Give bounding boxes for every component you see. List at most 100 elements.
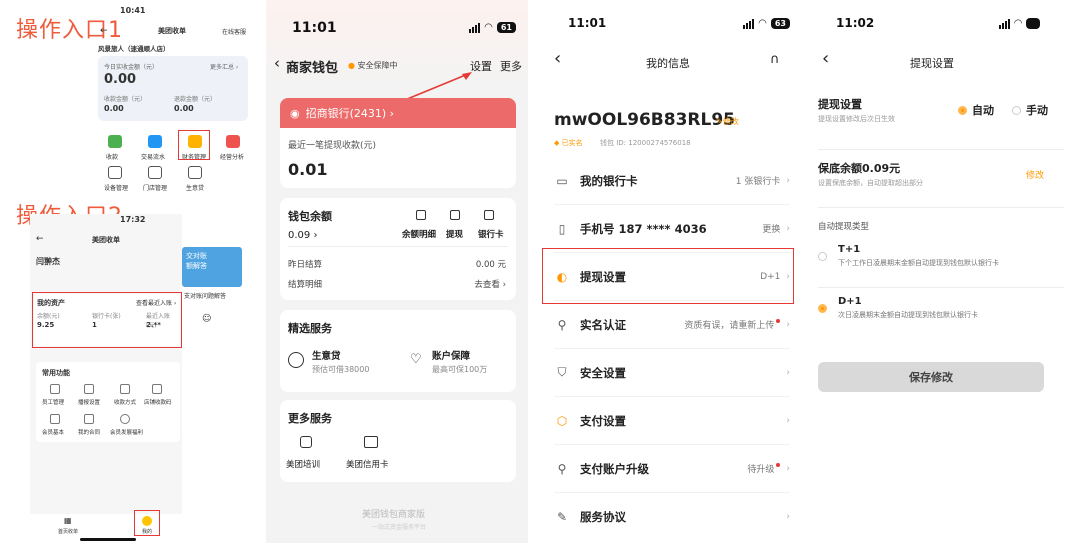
- chevron-right-icon: ›: [786, 415, 790, 426]
- withdraw-icon[interactable]: [450, 210, 460, 220]
- page-title: 商家钱包: [286, 61, 339, 76]
- chevron-right-icon: ›: [786, 512, 790, 522]
- chevron-right-icon: ›: [786, 223, 790, 234]
- bank-card-banner[interactable]: ◉ 招商银行(2431) ›: [280, 98, 516, 128]
- item-realname-label: 实名认证: [580, 317, 626, 332]
- today-amount: 0.00: [104, 72, 137, 87]
- detail-label: 结算明细: [288, 280, 323, 290]
- back-icon[interactable]: ←: [100, 26, 108, 36]
- tab-home[interactable]: 首页收单: [58, 528, 78, 535]
- option-t1[interactable]: T+1 下个工作日凌晨期末金额自动提现到钱包默认银行卡: [818, 236, 1064, 288]
- radio-auto[interactable]: 自动: [958, 102, 994, 118]
- func-member[interactable]: 会员基本: [42, 428, 64, 436]
- realname-label: 已实名: [561, 139, 583, 147]
- more-link[interactable]: 更多: [500, 58, 522, 74]
- chat-icon[interactable]: ☺: [202, 314, 211, 324]
- broadcast-icon[interactable]: [84, 384, 94, 394]
- back-icon-2[interactable]: ←: [36, 234, 44, 244]
- type-title: 自动提现类型: [818, 222, 870, 232]
- transactions-icon[interactable]: [148, 135, 162, 148]
- edit-keep-balance[interactable]: 修改: [1026, 168, 1044, 181]
- item-payment-label: 支付设置: [580, 413, 626, 428]
- panel-merchant-wallet: 11:01 ◠ 61 ‹ 商家钱包 ● 安全保障中 设置 更多 ◉ 招商银行(24…: [266, 0, 528, 543]
- status-time-2: 17:32: [120, 215, 146, 224]
- bank-card-icon[interactable]: [484, 210, 494, 220]
- page-title: 我的信息: [646, 57, 690, 70]
- status-time-1: 10:41: [120, 6, 146, 15]
- headset-icon[interactable]: ∩: [770, 52, 780, 67]
- contract-icon[interactable]: [84, 414, 94, 424]
- user-name: 闫翀杰: [36, 257, 60, 266]
- item-agreement[interactable]: ✎ 服务协议 ›: [554, 493, 790, 541]
- action-bank-card[interactable]: 银行卡: [478, 228, 504, 240]
- back-icon[interactable]: ‹: [822, 48, 829, 69]
- loan-icon[interactable]: [288, 352, 304, 368]
- svc-protect-title[interactable]: 账户保障: [432, 348, 470, 362]
- member-icon[interactable]: [50, 414, 60, 424]
- battery-icon: [1026, 18, 1040, 29]
- func-pay-method[interactable]: 收款方式: [114, 398, 136, 406]
- device-icon[interactable]: [108, 166, 122, 179]
- service-link[interactable]: 在线客服: [222, 27, 246, 36]
- radio-auto-label: 自动: [972, 104, 994, 117]
- qrcode-icon[interactable]: [152, 384, 162, 394]
- analysis-icon[interactable]: [226, 135, 240, 148]
- benefit-icon[interactable]: [120, 414, 130, 424]
- item-security[interactable]: ⛉ 安全设置 ›: [554, 349, 790, 397]
- staff-icon[interactable]: [50, 384, 60, 394]
- credit-card-icon[interactable]: [364, 436, 378, 448]
- item-upgrade-label: 支付账户升级: [580, 461, 649, 476]
- store-icon[interactable]: [148, 166, 162, 179]
- panel-my-info: 11:01 ◠ 63 ‹ 我的信息 ∩ mwOOL96B83RL95 ✎修改 ◆…: [540, 0, 802, 543]
- svc-loan-sub: 预估可借38000: [312, 365, 370, 374]
- wallet-card: 钱包余额 0.09 › 余额明细 提现 银行卡 昨日结算 0.00 元 结算明细…: [280, 198, 516, 300]
- action-balance-detail[interactable]: 余额明细: [402, 228, 436, 240]
- edit-name-link[interactable]: ✎修改: [716, 116, 739, 127]
- protection-icon[interactable]: ♡: [410, 352, 422, 367]
- setting-sub: 提现设置修改后次日生效: [818, 115, 895, 123]
- wifi-icon: ◠: [758, 18, 767, 29]
- more-training[interactable]: 美团培训: [286, 458, 320, 470]
- more-credit-card[interactable]: 美团信用卡: [346, 458, 389, 470]
- pay-method-icon[interactable]: [120, 384, 130, 394]
- item-phone-value: 更换: [762, 225, 781, 235]
- banner-text: 交对账 额解答: [186, 252, 207, 270]
- last-withdraw-label: 最近一笔提现收款(元): [288, 141, 377, 151]
- item-phone[interactable]: ▯ 手机号 187 **** 4036 更换 ›: [554, 205, 790, 253]
- training-icon[interactable]: [300, 436, 312, 448]
- highlight-assets: [32, 292, 182, 348]
- security-badge[interactable]: ● 安全保障中: [348, 60, 398, 71]
- svc-loan-title[interactable]: 生意贷: [312, 348, 341, 362]
- back-icon[interactable]: ‹: [274, 54, 280, 72]
- option-d1[interactable]: D+1 次日凌晨期末金额自动提现到钱包默认银行卡: [818, 288, 1064, 338]
- collect-icon[interactable]: [108, 135, 122, 148]
- home-tab-icon[interactable]: ▦: [64, 516, 72, 525]
- item-upgrade[interactable]: ⚲ 支付账户升级 待升级 ›: [554, 445, 790, 493]
- action-withdraw[interactable]: 提现: [446, 228, 463, 240]
- item-bank-card[interactable]: ▭ 我的银行卡 1 张银行卡 ›: [554, 157, 790, 205]
- bank-logo-icon: ◉: [290, 106, 300, 120]
- wallet-amount[interactable]: 0.09 ›: [288, 230, 317, 241]
- item-payment[interactable]: ⬡ 支付设置 ›: [554, 397, 790, 445]
- wifi-icon: ◠: [484, 22, 493, 33]
- back-icon[interactable]: ‹: [554, 48, 561, 69]
- received-amount: 0.00: [104, 104, 124, 113]
- func-benefit[interactable]: 会员发展福利: [110, 428, 143, 436]
- promo-banner[interactable]: 交对账 额解答: [182, 247, 242, 287]
- account-name: mwOOL96B83RL95: [554, 110, 736, 130]
- signal-icon: [469, 22, 481, 33]
- store-selector[interactable]: 风景旅人（速通顺人店）: [98, 43, 170, 53]
- item-realname[interactable]: ⚲ 实名认证 资质有误，请重新上传 ›: [554, 301, 790, 349]
- func-broadcast[interactable]: 播报设置: [78, 398, 100, 406]
- balance-detail-icon[interactable]: [416, 210, 426, 220]
- func-qrcode[interactable]: 店铺收款码: [144, 398, 172, 406]
- save-button[interactable]: 保存修改: [818, 362, 1044, 392]
- battery-icon: 63: [770, 18, 790, 29]
- radio-manual[interactable]: 手动: [1012, 102, 1048, 118]
- func-staff[interactable]: 员工管理: [42, 398, 64, 406]
- more-summary-link[interactable]: 更多汇总 ›: [210, 62, 238, 71]
- loan-icon[interactable]: [188, 166, 202, 179]
- refund-label: 退款金额（元）: [174, 96, 217, 103]
- detail-link[interactable]: 去查看 ›: [474, 278, 506, 290]
- func-contract[interactable]: 我的合同: [78, 428, 100, 436]
